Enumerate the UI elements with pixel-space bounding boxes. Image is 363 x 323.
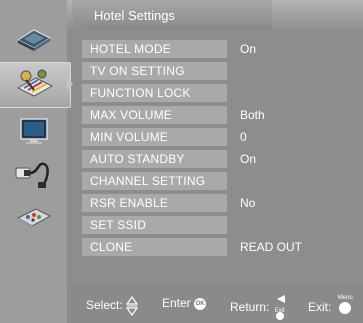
satellite-remote-icon[interactable] <box>12 200 56 234</box>
menu-row-value: READ OUT <box>240 240 303 254</box>
menu-row-label: FUNCTION LOCK <box>82 84 227 102</box>
menu-row[interactable]: MAX VOLUME Both <box>82 106 362 124</box>
picture-settings-icon[interactable] <box>12 22 56 56</box>
menu-row[interactable]: FUNCTION LOCK <box>82 84 362 102</box>
return-icon: Exit <box>273 295 289 320</box>
exit-hint-label: Exit: <box>308 300 332 315</box>
hotel-settings-screen: Hotel Settings HOTEL MODE On TV ON SETTI… <box>0 0 363 323</box>
menu-row[interactable]: CLONE READ OUT <box>82 238 362 256</box>
menu-row-label: RSR ENABLE <box>82 194 227 212</box>
menu-row[interactable]: MIN VOLUME 0 <box>82 128 362 146</box>
ok-button-icon: OK <box>194 297 207 310</box>
menu-row[interactable]: HOTEL MODE On <box>82 40 362 58</box>
menu-row[interactable]: AUTO STANDBY On <box>82 150 362 168</box>
page-title: Hotel Settings <box>94 8 175 23</box>
menu-row-label: CLONE <box>82 238 227 256</box>
menu-row-value: No <box>240 196 256 210</box>
menu-row-label: MIN VOLUME <box>82 128 227 146</box>
select-hint-label: Select: <box>86 298 123 313</box>
hotel-settings-icon[interactable] <box>12 66 56 100</box>
menu-dot <box>338 302 351 314</box>
sidebar <box>0 0 73 323</box>
menu-row-label: TV ON SETTING <box>82 62 227 80</box>
return-hint-label: Return: <box>230 300 270 315</box>
menu-row-label: AUTO STANDBY <box>82 150 227 168</box>
tv-monitor-icon[interactable] <box>12 114 56 148</box>
enter-hint-label: Enter <box>162 296 191 310</box>
menu-button-icon: Menu <box>335 295 355 320</box>
menu-row-value: Both <box>240 108 265 122</box>
menu-row-label: MAX VOLUME <box>82 106 227 124</box>
av-cable-icon[interactable] <box>12 158 56 192</box>
sidebar-selected-arrow <box>67 77 73 91</box>
return-dot <box>275 312 284 320</box>
menu-row[interactable]: SET SSID <box>82 216 362 234</box>
menu-row-label: HOTEL MODE <box>82 40 227 58</box>
menu-row-label: SET SSID <box>82 216 227 234</box>
menu-row[interactable]: CHANNEL SETTING <box>82 172 362 190</box>
menu-row-value: On <box>240 152 257 166</box>
select-hint: Select: <box>86 295 139 317</box>
enter-hint: Enter OK <box>162 296 207 310</box>
menu-row-label: CHANNEL SETTING <box>82 172 227 190</box>
menu-row[interactable]: TV ON SETTING <box>82 62 362 80</box>
return-hint: Return: Exit <box>230 295 289 320</box>
menu-row[interactable]: RSR ENABLE No <box>82 194 362 212</box>
exit-hint: Exit: Menu <box>308 295 355 320</box>
menu-row-value: 0 <box>240 130 247 144</box>
menu-row-value: On <box>240 42 257 56</box>
up-down-arrows-icon <box>125 295 139 317</box>
